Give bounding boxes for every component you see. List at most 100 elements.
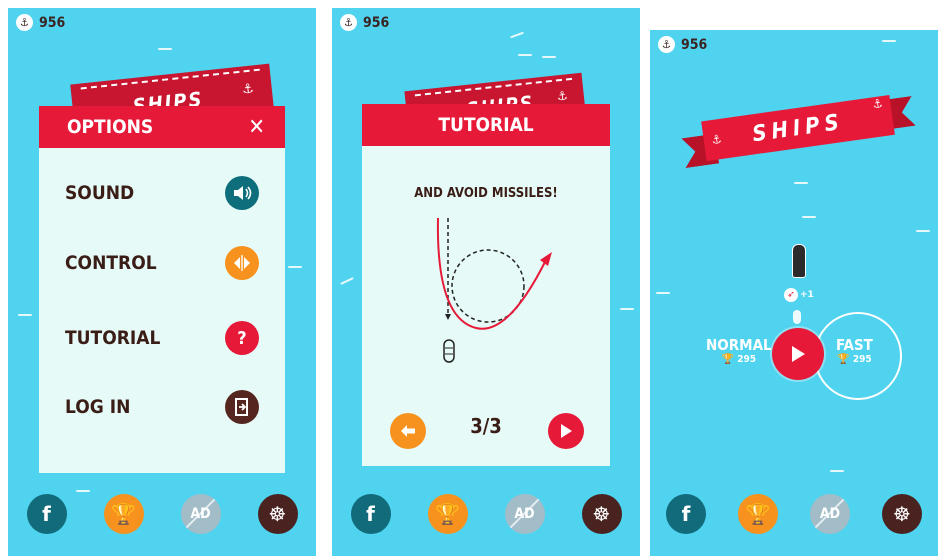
settings-button[interactable]: ☸ [257,494,298,534]
wake-mark [793,310,801,324]
speaker-icon[interactable] [225,176,259,210]
option-label: CONTROL [65,252,157,274]
home-screen: ⚓ 956 ⚓ SHIPS ⚓ ➶ +1 NORMAL 🏆 295 FAST 🏆… [650,30,938,556]
facebook-button[interactable]: f [26,494,67,534]
back-arrow-button[interactable] [390,413,426,449]
coin-counter: ⚓ 956 [658,36,707,53]
arrow-left-icon [401,425,415,437]
wave [340,277,354,285]
tutorial-screen: ⚓ 956 SHIPS ⚓ TUTORIAL AND AVOID MISSILE… [332,8,640,556]
bonus-text: +1 [800,290,814,300]
mode-normal-label: NORMAL [706,336,772,354]
wave [542,56,556,58]
leaderboard-button[interactable]: 🏆 [103,494,144,534]
trophy-icon: 🏆 [745,502,771,526]
facebook-icon: f [681,502,691,526]
ships-logo: ⚓ SHIPS ⚓ [678,84,919,186]
anchor-icon: ⚓ [340,14,357,31]
remove-ads-button[interactable]: AD [810,494,850,534]
bottom-bar: f 🏆 AD ☸ [650,494,938,534]
anchor-icon: ⚓ [710,131,723,148]
wave [158,48,172,50]
option-label: TUTORIAL [65,327,161,349]
ad-label: AD [819,506,841,522]
coin-counter: ⚓ 956 [340,14,389,31]
close-icon[interactable]: ✕ [248,115,265,140]
option-login[interactable]: LOG IN [65,390,259,424]
options-screen: ⚓ 956 SHIPS ⚓ OPTIONS ✕ SOUND CONTROL TU… [8,8,316,556]
play-icon [792,346,805,362]
ship-wheel-icon: ☸ [893,502,911,526]
bonus-pickup: ➶ +1 [784,288,814,302]
wave [76,490,90,492]
next-button[interactable] [548,413,584,449]
ship-wheel-icon: ☸ [268,502,287,526]
mode-normal[interactable]: NORMAL 🏆 295 [706,336,772,365]
player-ship [792,244,806,278]
split-arrows-icon[interactable] [225,246,259,280]
remove-ads-button[interactable]: AD [504,494,545,534]
mode-fast[interactable]: FAST 🏆 295 [836,336,873,365]
settings-button[interactable]: ☸ [581,494,622,534]
logo-banner: ⚓ SHIPS ⚓ [701,95,895,162]
ad-label: AD [514,506,535,522]
trophy-icon: 🏆 [721,354,735,365]
question-icon[interactable]: ? [225,321,259,355]
tutorial-header: TUTORIAL [362,104,610,146]
login-door-icon[interactable] [225,390,259,424]
wave [916,230,930,232]
option-tutorial[interactable]: TUTORIAL ? [65,321,259,355]
anchor-icon: ⚓ [658,36,675,53]
ship-wheel-icon: ☸ [592,502,611,526]
wave [18,314,32,316]
wave [830,470,844,472]
leaderboard-button[interactable]: 🏆 [427,494,468,534]
coin-count: 956 [363,14,390,31]
coin-count: 956 [39,14,66,31]
wave [620,308,634,310]
option-label: SOUND [65,182,135,204]
mode-normal-score: 295 [737,354,756,365]
anchor-icon: ⚓ [16,14,33,31]
option-control[interactable]: CONTROL [65,246,259,280]
wave [288,266,302,268]
wave [794,182,808,184]
missile-icon: ➶ [784,288,798,302]
anchor-icon: ⚓ [241,81,255,98]
facebook-icon: f [366,502,375,526]
option-sound[interactable]: SOUND [65,176,259,210]
mode-fast-label: FAST [836,336,873,354]
coin-counter: ⚓ 956 [16,14,65,31]
tutorial-illustration [436,218,552,363]
remove-ads-button[interactable]: AD [180,494,221,534]
wave [518,54,532,56]
facebook-button[interactable]: f [666,494,706,534]
leaderboard-button[interactable]: 🏆 [738,494,778,534]
page-indicator: 3/3 [470,414,502,438]
trophy-icon: 🏆 [837,354,850,365]
trophy-icon: 🏆 [111,502,136,526]
ad-label: AD [190,506,211,522]
settings-button[interactable]: ☸ [882,494,922,534]
bottom-bar: f 🏆 AD ☸ [332,494,640,534]
trophy-icon: 🏆 [435,502,460,526]
facebook-button[interactable]: f [350,494,391,534]
coin-count: 956 [681,36,708,53]
play-button[interactable] [772,328,824,380]
tutorial-instruction: AND AVOID MISSILES! [414,186,558,201]
logo-text: SHIPS [750,109,846,147]
wave [802,216,816,218]
wave [510,31,524,39]
options-header: OPTIONS ✕ [39,106,285,148]
mode-fast-score: 295 [852,354,872,365]
wave [882,40,896,42]
option-label: LOG IN [65,396,131,418]
anchor-icon: ⚓ [871,96,884,112]
tutorial-title: TUTORIAL [438,114,534,136]
facebook-icon: f [42,502,51,526]
anchor-icon: ⚓ [556,88,569,104]
options-title: OPTIONS [67,116,154,138]
wave [656,292,670,294]
play-icon [561,424,572,438]
bottom-bar: f 🏆 AD ☸ [8,494,316,534]
